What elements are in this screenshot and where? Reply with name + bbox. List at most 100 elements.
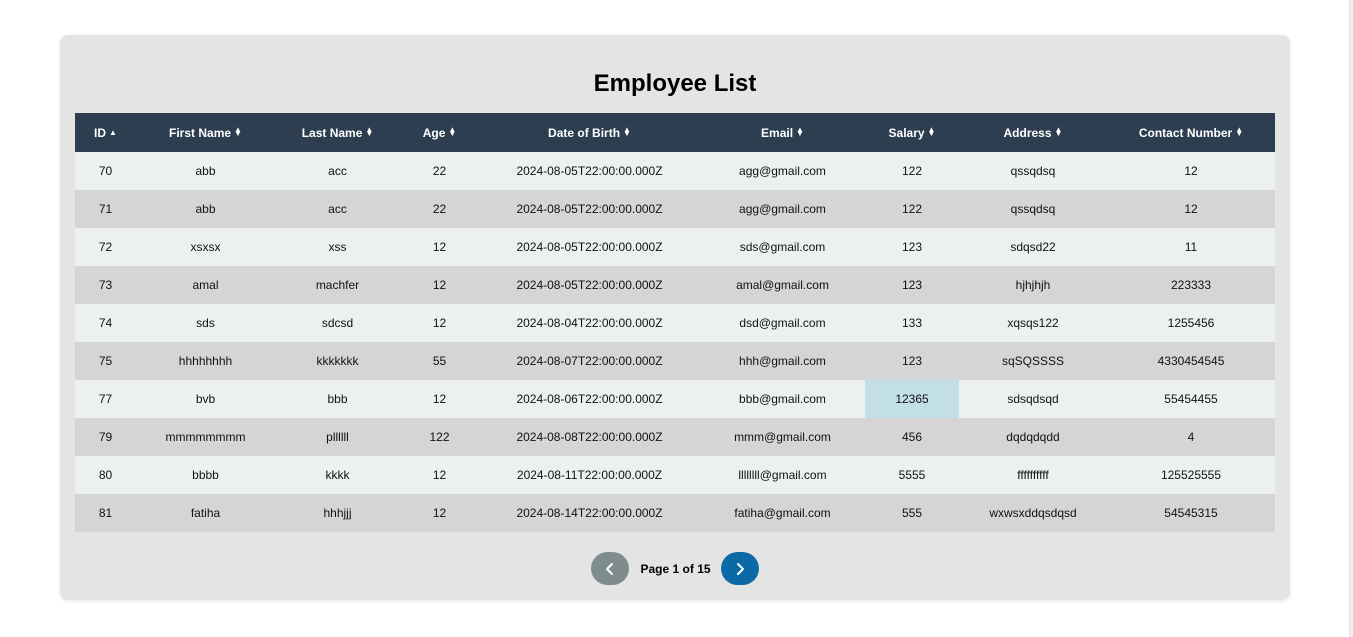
cell-dob: 2024-08-14T22:00:00.000Z [516,506,663,520]
cell-contact: 223333 [1170,278,1212,292]
current-page: 1 [672,561,680,576]
table-row[interactable]: 77 bvb bbb 12 2024-08-06T22:00:00.000Z bbb@gm… [75,380,1275,418]
cell-dob: 2024-08-06T22:00:00.000Z [516,392,663,406]
cell-last-name: acc [328,202,347,216]
cell-age: 122 [429,430,450,444]
cell-id: 74 [98,316,113,330]
cell-dob: 2024-08-07T22:00:00.000Z [516,354,663,368]
cell-contact: 55454455 [1164,392,1218,406]
table-row[interactable]: 73 amal machfer 12 2024-08-05T22:00:00.000Z a… [75,266,1275,304]
cell-last-name: kkkk [325,468,350,482]
column-header-label: ID [94,125,107,140]
cell-address: sdqsd22 [1010,240,1056,254]
cell-address: dqdqdqdd [1006,430,1060,444]
cell-email: mmm@gmail.com [734,430,831,444]
sort-icon: ▲ ▼ [365,125,374,139]
column-header-label: Age [422,125,446,140]
cell-last-name: pllllll [326,430,349,444]
cell-salary: 122 [901,164,923,178]
column-header-label: Date of Birth [548,125,621,140]
column-header-label: Last Name [301,125,363,140]
cell-id: 75 [98,354,113,368]
cell-email: llllllll@gmail.com [738,468,827,482]
table-row[interactable]: 75 hhhhhhhh kkkkkkk 55 2024-08-07T22:00:00.0… [75,342,1275,380]
column-header-label: Email [761,125,794,140]
table-row[interactable]: 70 abb acc 22 2024-08-05T22:00:00.000Z agg@gm… [75,152,1275,190]
cell-salary: 123 [901,278,923,292]
cell-id: 80 [98,468,113,482]
page-title: Employee List [593,70,757,97]
column-header-first-name[interactable]: First Name ▲ ▼ [136,113,275,152]
sort-icon: ▲ ▼ [1054,125,1063,139]
cell-email: amal@gmail.com [736,278,829,292]
cell-address: ffffffffff [1017,468,1049,482]
sort-icon: ▲ ▼ [796,125,804,139]
cell-email: agg@gmail.com [739,164,826,178]
sort-icon: ▲ ▼ [927,125,936,139]
cell-contact: 125525555 [1160,468,1222,482]
table-row[interactable]: 80 bbbb kkkk 12 2024-08-11T22:00:00.000Z llll… [75,456,1275,494]
table-row[interactable]: 81 fatiha hhhjjj 12 2024-08-14T22:00:00.000Z… [75,494,1275,532]
page-scrollbar[interactable] [1349,0,1353,637]
cell-contact: 4 [1187,430,1195,444]
cell-contact: 12 [1184,164,1198,178]
cell-salary: 123 [901,354,923,368]
cell-dob: 2024-08-05T22:00:00.000Z [516,202,663,216]
cell-last-name: xss [328,240,347,254]
cell-email: bbb@gmail.com [739,392,826,406]
sort-icon: ▲ ▼ [1235,125,1244,139]
cell-age: 12 [432,506,447,520]
cell-first-name: bbbb [192,468,219,482]
table-row[interactable]: 79 mmmmmmmm pllllll 122 2024-08-08T22:00:00.… [75,418,1275,456]
cell-age: 22 [432,202,447,216]
table-body: 70 abb acc 22 2024-08-05T22:00:00.000Z agg@gm… [75,152,1275,532]
pagination: Page 1 of 15 [60,552,1290,585]
cell-dob: 2024-08-05T22:00:00.000Z [516,278,663,292]
cell-first-name: fatiha [190,506,221,520]
cell-age: 55 [432,354,447,368]
chevron-left-icon [606,562,614,575]
table-row[interactable]: 72 xsxsx xss 12 2024-08-05T22:00:00.000Z sds@… [75,228,1275,266]
table-row[interactable]: 74 sds sdcsd 12 2024-08-04T22:00:00.000Z dsd@… [75,304,1275,342]
cell-age: 12 [432,240,447,254]
page-indicator: Page 1 of 15 [640,562,710,576]
cell-first-name: hhhhhhhh [178,354,233,368]
column-header-email[interactable]: Email ▲ ▼ [700,113,865,152]
cell-address: qssqdsq [1010,202,1056,216]
cell-dob: 2024-08-04T22:00:00.000Z [516,316,663,330]
cell-id: 81 [98,506,113,520]
cell-salary: 5555 [898,468,926,482]
cell-last-name: machfer [315,278,360,292]
previous-page-button[interactable] [591,552,630,585]
column-header-age[interactable]: Age ▲ ▼ [400,113,479,152]
column-header-dob[interactable]: Date of Birth ▲ ▼ [479,113,700,152]
column-header-address[interactable]: Address ▲ ▼ [959,113,1107,152]
next-page-button[interactable] [720,552,759,585]
sort-icon: ▲ ▼ [623,125,631,139]
cell-last-name: kkkkkkk [316,354,359,368]
column-header-contact[interactable]: Contact Number ▲ ▼ [1107,113,1275,152]
cell-first-name: abb [195,164,216,178]
cell-age: 12 [432,316,447,330]
sort-icon: ▲ ▼ [234,125,242,139]
cell-dob: 2024-08-05T22:00:00.000Z [516,240,663,254]
cell-last-name: bbb [327,392,348,406]
cell-email: hhh@gmail.com [739,354,826,368]
column-header-id[interactable]: ID ▲ [75,113,136,152]
column-header-label: Salary [888,125,925,140]
cell-age: 12 [432,392,447,406]
cell-email: sds@gmail.com [739,240,826,254]
cell-id: 79 [98,430,113,444]
cell-first-name: sds [196,316,215,330]
column-header-salary[interactable]: Salary ▲ ▼ [865,113,959,152]
cell-address: sqSQSSSS [1001,354,1065,368]
cell-email: agg@gmail.com [739,202,826,216]
cell-id: 70 [98,164,113,178]
cell-address: xqsqs122 [1007,316,1059,330]
cell-age: 12 [432,278,447,292]
cell-address: wxwsxddqsdqsd [989,506,1077,520]
column-header-last-name[interactable]: Last Name ▲ ▼ [275,113,400,152]
employee-table: ID ▲ First Name ▲ ▼ Last Name ▲ ▼ Age ▲ ▼ Date of B… [75,113,1275,532]
table-row[interactable]: 71 abb acc 22 2024-08-05T22:00:00.000Z agg@gm… [75,190,1275,228]
cell-id: 72 [98,240,113,254]
